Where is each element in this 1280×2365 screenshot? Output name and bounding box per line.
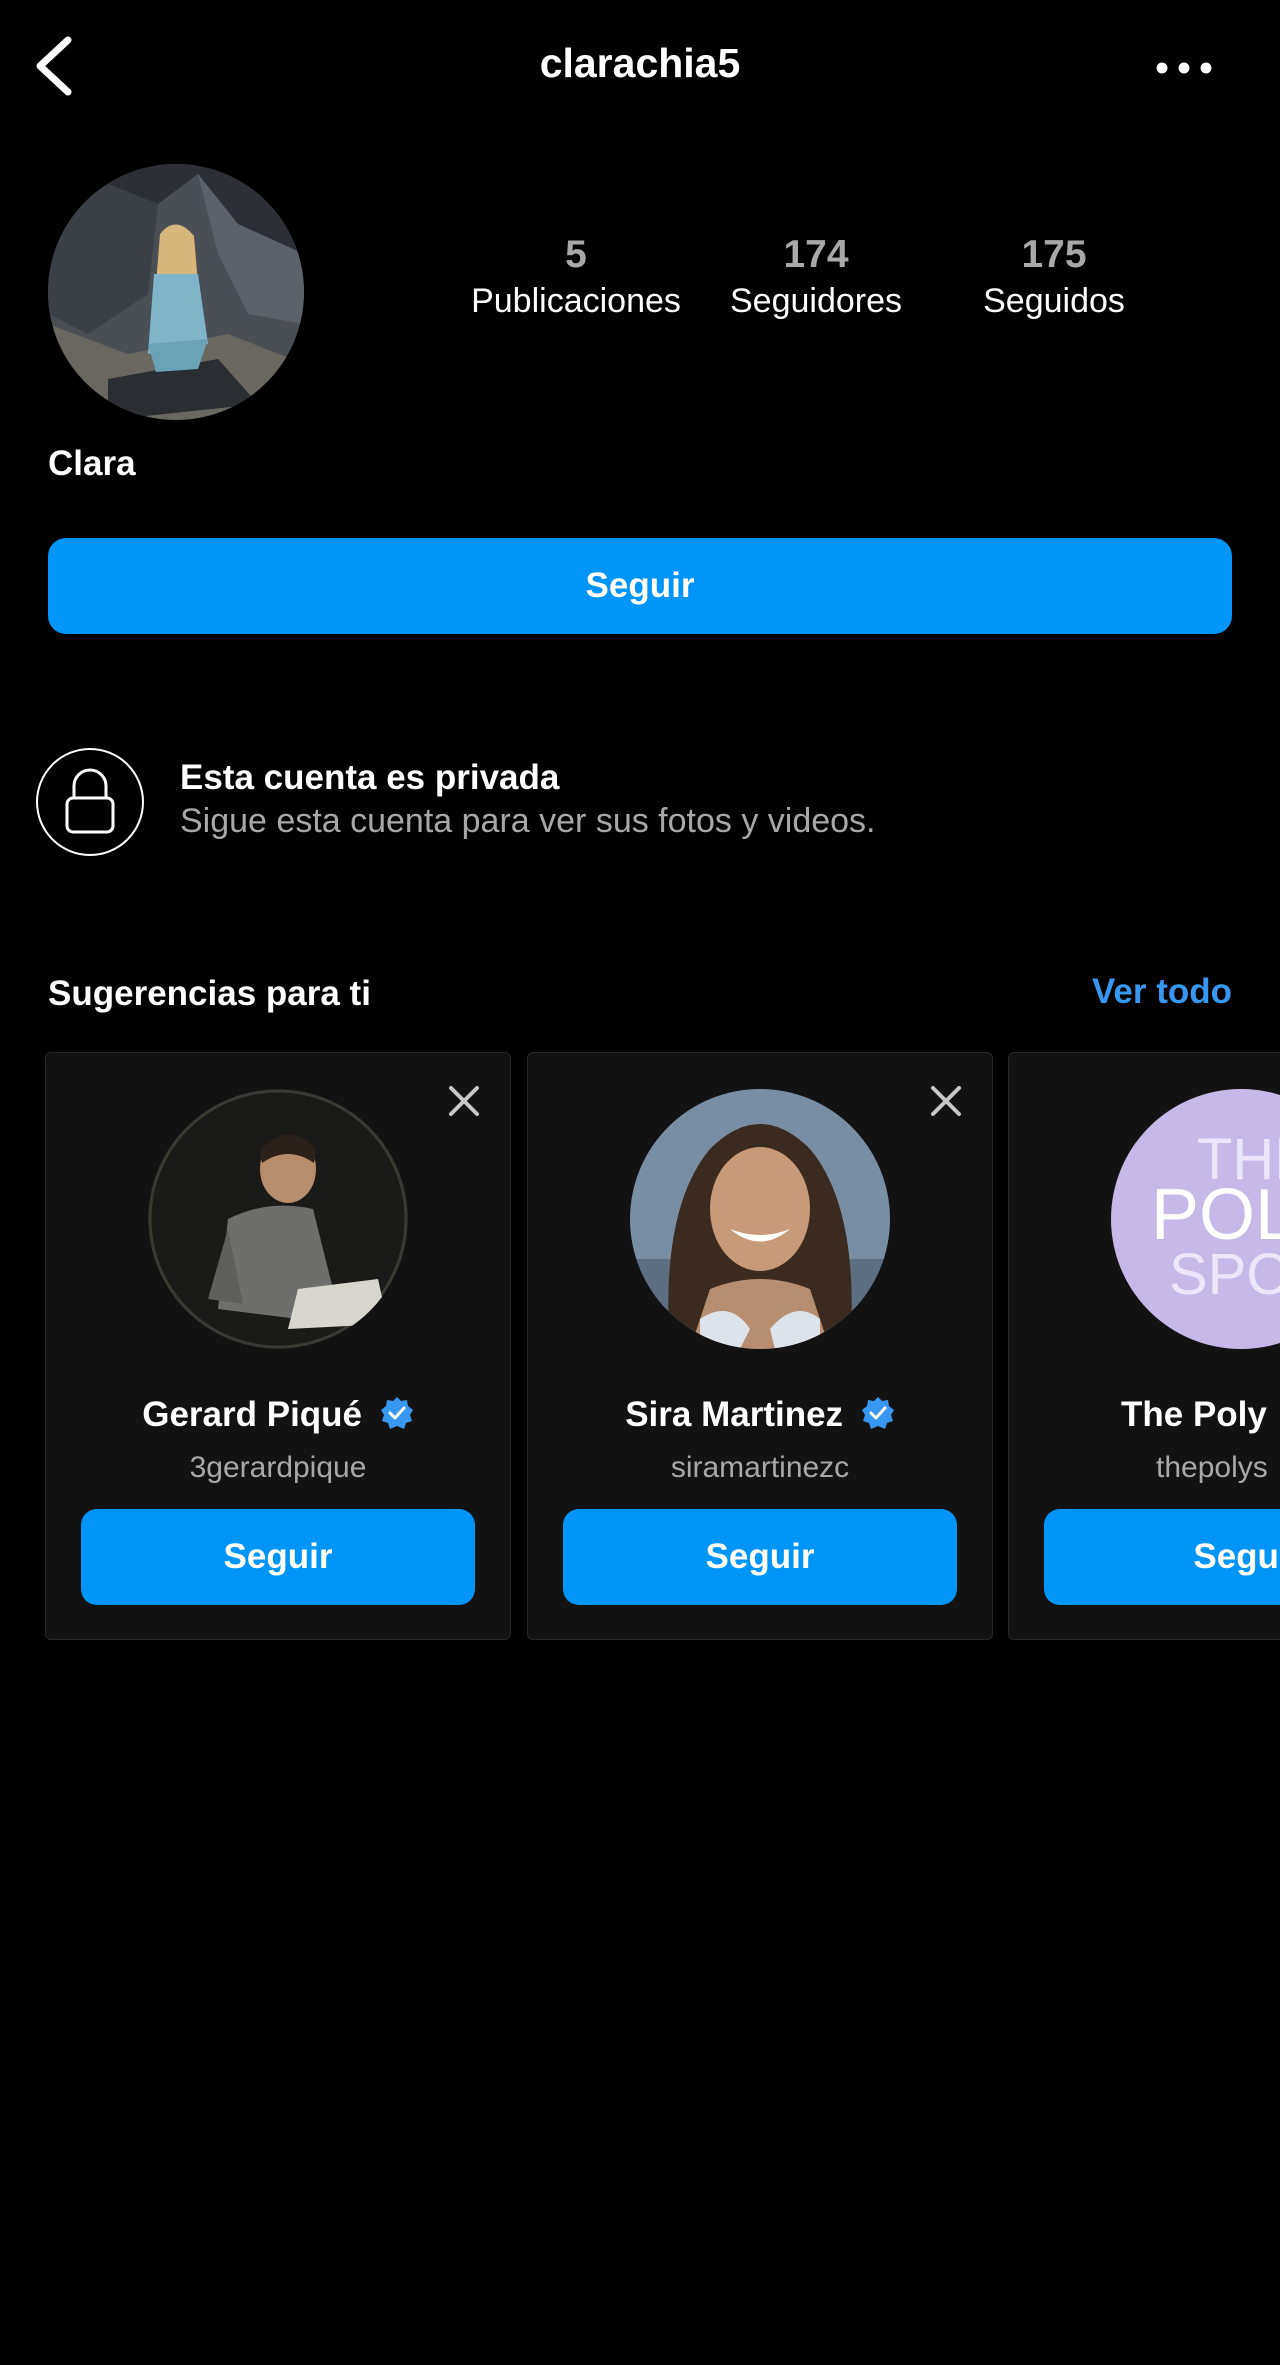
following-count: 175 — [1021, 233, 1087, 276]
suggestion-card[interactable]: Gerard Piqué 3gerardpique Seguir — [45, 1052, 511, 1640]
followers-count: 174 — [783, 233, 849, 276]
more-horizontal-icon — [1156, 62, 1212, 74]
suggestion-name: The Poly — [1121, 1395, 1267, 1434]
suggestion-name: Sira Martinez — [625, 1395, 844, 1434]
more-options-button[interactable] — [1152, 50, 1216, 86]
posts-stat: 5 Publicaciones — [458, 232, 694, 323]
profile-display-name: Clara — [48, 444, 136, 483]
suggestion-avatar[interactable]: THE POL SPO — [1111, 1089, 1280, 1349]
suggestion-card[interactable]: Sira Martinez siramartinezc Seguir — [527, 1052, 993, 1640]
suggestion-handle: 3gerardpique — [189, 1451, 367, 1484]
profile-page: clarachia5 5 Publicaciones 174 Seguidore… — [0, 0, 1280, 2365]
posts-count: 5 — [565, 233, 587, 276]
suggestion-handle: thepolys — [1156, 1451, 1268, 1484]
profile-username: clarachia5 — [539, 40, 741, 86]
profile-stats: 5 Publicaciones 174 Seguidores 175 Segui… — [458, 232, 1178, 342]
followers-stat[interactable]: 174 Seguidores — [696, 232, 936, 323]
suggestion-name-row: Gerard Piqué — [46, 1395, 510, 1435]
suggestion-name: Gerard Piqué — [142, 1395, 363, 1434]
dismiss-button[interactable] — [924, 1079, 968, 1123]
suggestion-follow-button[interactable]: Seguir — [81, 1509, 475, 1605]
top-bar: clarachia5 — [0, 0, 1280, 134]
dismiss-button[interactable] — [442, 1079, 486, 1123]
profile-avatar[interactable] — [48, 164, 304, 420]
verified-badge-icon — [380, 1397, 413, 1429]
suggestions-title: Sugerencias para ti — [48, 974, 371, 1013]
private-subtitle: Sigue esta cuenta para ver sus fotos y v… — [180, 802, 876, 840]
suggestion-avatar[interactable] — [630, 1089, 890, 1349]
suggestion-follow-button[interactable]: Seguir — [563, 1509, 957, 1605]
suggestion-name-row: Sira Martinez — [528, 1395, 992, 1435]
suggestion-handle: siramartinezc — [670, 1451, 850, 1484]
private-title: Esta cuenta es privada — [180, 758, 560, 797]
verified-badge-icon — [861, 1397, 894, 1429]
following-label: Seguidos — [983, 281, 1125, 320]
followers-label: Seguidores — [729, 281, 902, 320]
see-all-link[interactable]: Ver todo — [1092, 972, 1232, 1012]
suggestion-avatar[interactable] — [148, 1089, 408, 1349]
close-icon — [449, 1086, 479, 1116]
svg-text:SPO: SPO — [1169, 1242, 1280, 1307]
follow-button[interactable]: Seguir — [48, 538, 1232, 634]
close-icon — [931, 1086, 961, 1116]
private-account-notice: Esta cuenta es privada Sigue esta cuenta… — [36, 748, 1236, 856]
posts-label: Publicaciones — [471, 281, 681, 320]
lock-icon — [36, 748, 144, 856]
following-stat[interactable]: 175 Seguidos — [934, 232, 1174, 323]
suggestion-follow-button[interactable]: Segui — [1044, 1509, 1280, 1605]
suggestion-card[interactable]: THE POL SPO The Poly thepolys Segui — [1008, 1052, 1280, 1640]
